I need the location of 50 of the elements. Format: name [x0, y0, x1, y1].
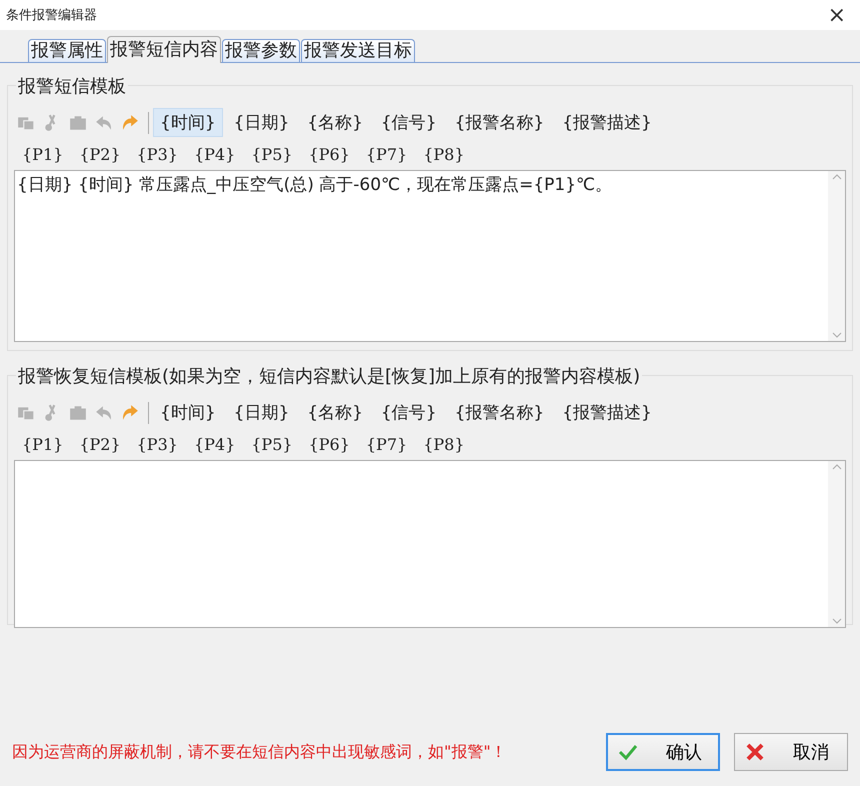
parameter-button[interactable]: {P8} [417, 143, 470, 166]
scrollbar[interactable] [828, 171, 845, 341]
tab[interactable]: 报警属性 [28, 39, 106, 62]
parameter-button[interactable]: {P4} [188, 143, 242, 166]
scroll-down-icon[interactable] [832, 332, 842, 338]
scroll-down-icon[interactable] [832, 618, 842, 624]
parameter-button[interactable]: {P6} [302, 433, 356, 456]
token-button[interactable]: {名称} [300, 108, 370, 137]
tab[interactable]: 报警短信内容 [107, 36, 221, 63]
parameter-button[interactable]: {P2} [73, 143, 127, 166]
token-button[interactable]: {信号} [374, 398, 444, 427]
parameter-button[interactable]: {P2} [73, 433, 127, 456]
token-button[interactable]: {名称} [300, 398, 370, 427]
tab[interactable]: 报警参数 [222, 39, 300, 62]
token-button[interactable]: {报警描述} [555, 398, 659, 427]
token-button[interactable]: {信号} [374, 108, 444, 137]
token-button[interactable]: {报警名称} [448, 108, 552, 137]
scroll-up-icon[interactable] [832, 174, 842, 180]
parameter-button[interactable]: {P5} [245, 433, 299, 456]
parameter-button[interactable]: {P3} [130, 433, 184, 456]
scrollbar[interactable] [828, 461, 845, 627]
warning-text: 因为运营商的屏蔽机制，请不要在短信内容中出现敏感词，如"报警"！ [12, 742, 508, 762]
parameter-button[interactable]: {P7} [360, 433, 414, 456]
parameter-button[interactable]: {P7} [360, 143, 414, 166]
token-button[interactable]: {报警描述} [555, 108, 659, 137]
close-button[interactable]: × [820, 2, 854, 28]
scroll-up-icon[interactable] [832, 464, 842, 470]
check-icon [618, 742, 638, 762]
parameter-button[interactable]: {P1} [16, 143, 70, 166]
token-button[interactable]: {日期} [226, 108, 296, 137]
parameter-button[interactable]: {P4} [188, 433, 242, 456]
token-button[interactable]: {日期} [226, 398, 296, 427]
token-button[interactable]: {时间} [153, 398, 223, 427]
confirm-button[interactable]: 确认 [606, 733, 720, 771]
text-area[interactable]: {日期} {时间} 常压露点_中压空气(总) 高于-60℃，现在常压露点={P1}℃。 [14, 170, 846, 342]
token-button[interactable]: {报警名称} [448, 398, 552, 427]
parameter-button[interactable]: {P8} [417, 433, 470, 456]
redo-icon[interactable] [121, 404, 139, 422]
parameter-button[interactable]: {P5} [245, 143, 299, 166]
window-title: 条件报警编辑器 [6, 7, 97, 24]
parameter-button[interactable]: {P1} [16, 433, 70, 456]
parameter-button[interactable]: {P6} [302, 143, 356, 166]
parameter-button[interactable]: {P3} [130, 143, 184, 166]
token-button[interactable]: {时间} [153, 108, 223, 137]
redo-icon[interactable] [121, 114, 139, 132]
cross-icon [745, 742, 765, 762]
tab[interactable]: 报警发送目标 [301, 39, 415, 62]
text-area[interactable] [14, 460, 846, 628]
cancel-button[interactable]: 取消 [734, 733, 848, 771]
group-title: 报警恢复短信模板(如果为空，短信内容默认是[恢复]加上原有的报警内容模板) [16, 364, 642, 388]
